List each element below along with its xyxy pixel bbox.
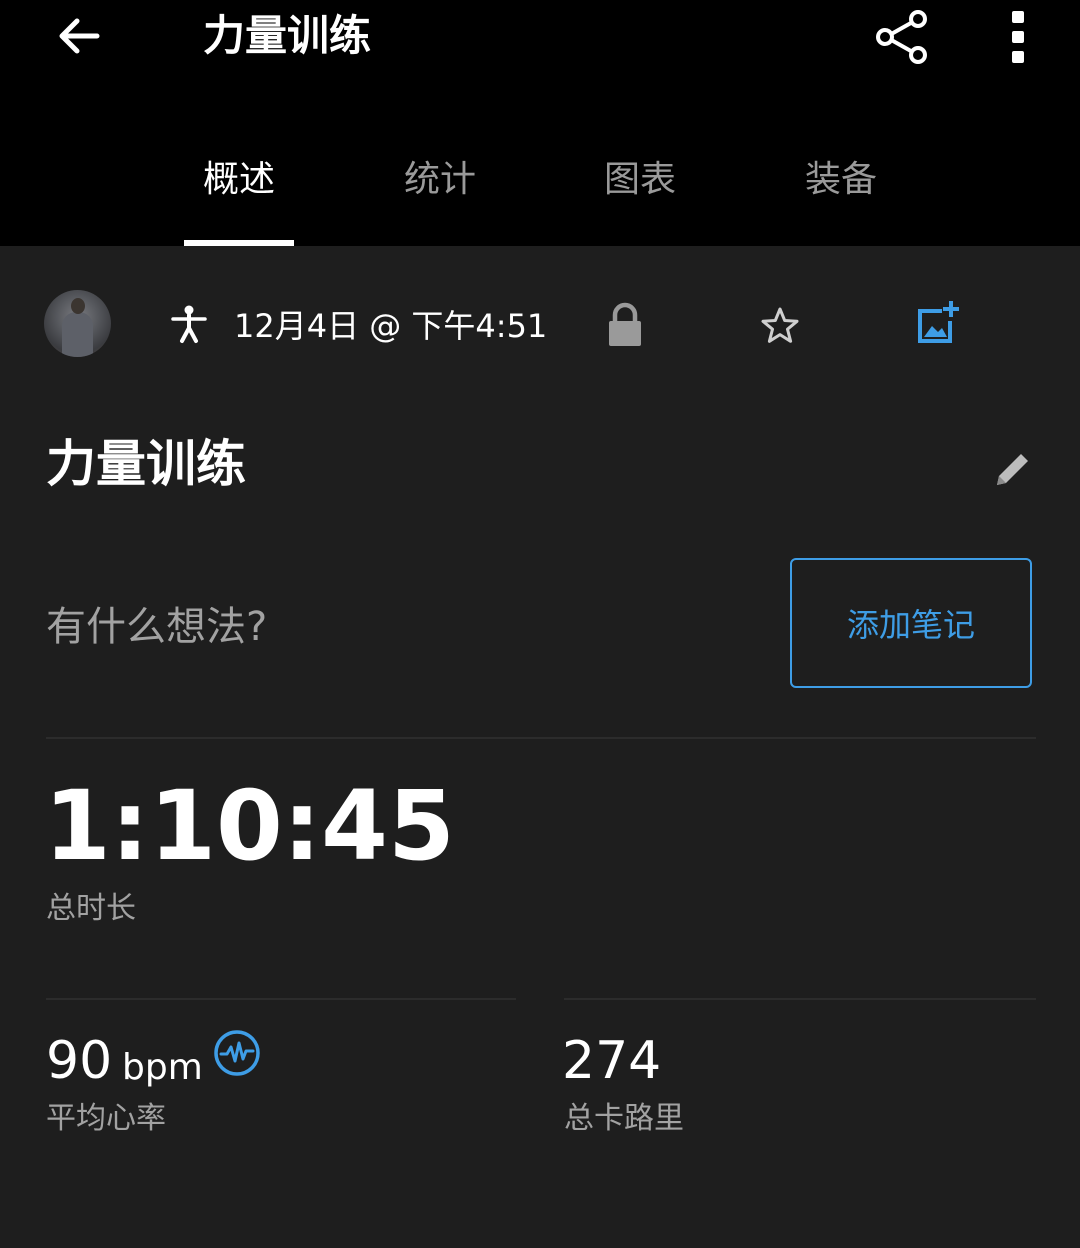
tab-overview[interactable]: 概述 xyxy=(184,155,294,246)
divider xyxy=(46,737,1036,739)
add-photo-button[interactable] xyxy=(912,298,962,348)
strength-training-icon xyxy=(170,304,208,344)
tab-gear[interactable]: 装备 xyxy=(786,155,896,246)
share-icon xyxy=(873,9,929,65)
divider xyxy=(46,998,516,1000)
avg-heart-rate-value: 90 xyxy=(46,1031,113,1091)
notes-prompt: 有什么想法? xyxy=(46,604,268,650)
favorite-button[interactable] xyxy=(758,304,802,348)
tab-stats[interactable]: 统计 xyxy=(385,155,495,246)
avatar-head xyxy=(71,298,85,314)
tab-charts[interactable]: 图表 xyxy=(585,155,695,246)
back-button[interactable] xyxy=(48,6,108,66)
add-photo-icon xyxy=(912,298,962,348)
star-icon xyxy=(758,304,802,348)
avg-heart-rate-label: 平均心率 xyxy=(46,1101,166,1136)
avatar[interactable] xyxy=(44,290,111,357)
total-calories-value: 274 xyxy=(562,1031,662,1091)
active-tab-indicator xyxy=(184,240,294,246)
app-header: 力量训练 概述 统计 图表 装备 xyxy=(0,0,1080,246)
arrow-back-icon xyxy=(53,11,103,61)
divider xyxy=(564,998,1036,1000)
edit-title-button[interactable] xyxy=(990,446,1036,492)
heart-rate-icon[interactable] xyxy=(212,1028,262,1078)
tab-label: 统计 xyxy=(403,159,476,200)
privacy-button[interactable] xyxy=(604,302,646,348)
tab-label: 图表 xyxy=(603,159,676,200)
lock-icon xyxy=(604,302,646,348)
more-vertical-icon xyxy=(1008,9,1028,65)
more-options-button[interactable] xyxy=(994,6,1042,68)
pencil-icon xyxy=(990,446,1036,492)
total-time-label: 总时长 xyxy=(46,891,136,926)
share-button[interactable] xyxy=(870,6,932,68)
tab-label: 概述 xyxy=(202,159,275,200)
activity-title: 力量训练 xyxy=(46,435,246,493)
avatar-body xyxy=(62,312,93,357)
page-title: 力量训练 xyxy=(203,11,372,60)
total-calories-label: 总卡路里 xyxy=(564,1101,684,1136)
activity-date: 12月4日 @ 下午4:51 xyxy=(234,307,548,345)
tab-label: 装备 xyxy=(804,159,877,200)
total-time-value: 1:10:45 xyxy=(44,770,455,882)
avg-heart-rate-unit: bpm xyxy=(122,1047,203,1088)
add-note-button[interactable]: 添加笔记 xyxy=(790,558,1032,688)
